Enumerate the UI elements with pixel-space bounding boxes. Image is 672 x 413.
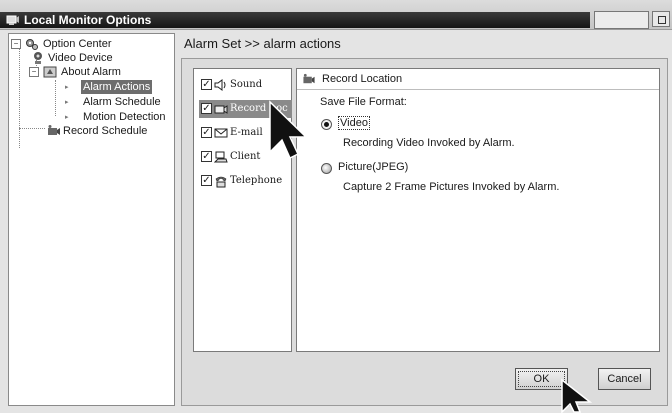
leaf-arrow-icon: ▸ [65,84,69,91]
app-icon [6,15,19,25]
tree-label: Alarm Schedule [83,96,161,108]
sound-checkbox[interactable]: ✓ [201,79,212,90]
tree-line [19,48,20,148]
client-icon [214,151,228,163]
mouse-pointer-icon [561,378,593,413]
tree-line [19,128,45,129]
panel-header: Record Location [297,69,659,90]
picture-radio[interactable] [321,163,332,174]
title-strip: Local Monitor Options [0,12,590,28]
save-format-label: Save File Format: [320,96,407,108]
webcam-icon [34,52,42,64]
camera-icon [214,105,228,114]
collapse-toggle[interactable]: − [29,67,39,77]
record-location-checkbox[interactable]: ✓ [201,103,212,114]
speaker-icon [214,79,226,91]
leaf-arrow-icon: ▸ [65,114,69,121]
alarm-icon [43,66,57,78]
envelope-icon [214,128,228,138]
email-checkbox[interactable]: ✓ [201,127,212,138]
action-item-sound[interactable]: ✓ Sound [199,76,292,94]
action-label: Sound [230,79,263,90]
window-title: Local Monitor Options [24,13,152,27]
options-tree: − Option Center Video Device − About Ala… [8,33,175,406]
tree-label: Option Center [43,38,112,50]
camera-icon [303,73,315,84]
client-checkbox[interactable]: ✓ [201,151,212,162]
tree-label: About Alarm [61,66,121,78]
camera-icon [48,125,60,135]
video-radio[interactable] [321,119,332,130]
video-option-label[interactable]: Video [338,116,370,130]
record-location-panel: Record Location Save File Format: Video … [296,68,660,352]
maximize-button[interactable] [652,11,670,27]
telephone-checkbox[interactable]: ✓ [201,175,212,186]
title-bar: Local Monitor Options [0,0,672,30]
telephone-icon [215,176,227,188]
video-option-description: Recording Video Invoked by Alarm. [343,137,515,149]
panel-title: Record Location [322,73,403,85]
tree-label: Record Schedule [63,125,148,137]
picture-option-description: Capture 2 Frame Pictures Invoked by Alar… [343,181,560,193]
breadcrumb: Alarm Set >> alarm actions [184,36,341,51]
picture-option-label[interactable]: Picture(JPEG) [338,161,408,173]
tree-line [55,80,56,116]
title-bar-field [594,11,649,29]
collapse-toggle[interactable]: − [11,39,21,49]
settings-icon [26,39,38,50]
mouse-pointer-icon [269,100,308,160]
tree-label: Alarm Actions [81,80,153,94]
cancel-button[interactable]: Cancel [598,368,651,390]
action-item-telephone[interactable]: ✓ Telephone [199,172,292,190]
tree-label: Video Device [48,52,113,64]
leaf-arrow-icon: ▸ [65,99,69,106]
action-label: Telephone [230,175,283,186]
tree-label: Motion Detection [83,111,166,123]
